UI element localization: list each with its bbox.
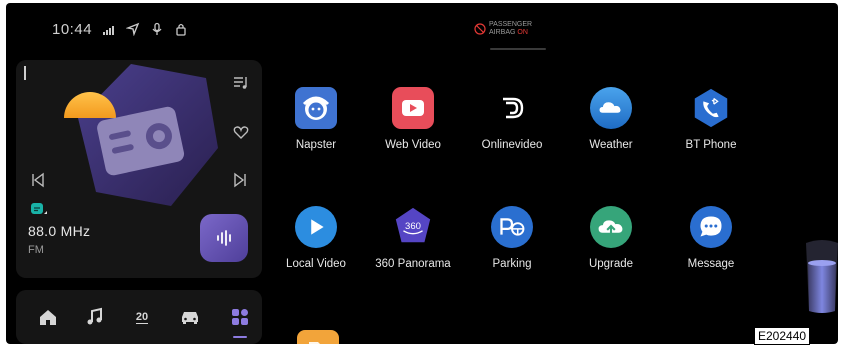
passenger-airbag-indicator: PASSENGER AIRBAG ON: [474, 18, 534, 40]
app-napster[interactable]: Napster: [266, 87, 366, 151]
message-icon: [690, 206, 732, 248]
apps-button[interactable]: [227, 304, 253, 330]
app-label: Upgrade: [588, 258, 634, 270]
dock-active-indicator: [233, 336, 247, 338]
app-label: Napster: [295, 139, 337, 151]
app-label: BT Phone: [685, 139, 737, 151]
music-icon: [87, 307, 102, 325]
bt-phone-icon: [690, 87, 732, 129]
radio-band: FM: [28, 244, 44, 256]
favorite-icon[interactable]: [233, 124, 249, 140]
onlinevideo-icon: [491, 87, 533, 129]
next-icon[interactable]: [232, 172, 248, 188]
app-parking[interactable]: Parking: [462, 206, 562, 270]
app-label: 360 Panorama: [375, 258, 451, 270]
napster-icon: [295, 87, 337, 129]
infotainment-screen: 10:44 PASSENGER AIRBAG ON 88.0 MHz FM 20…: [6, 3, 838, 344]
lock-icon: [176, 23, 186, 36]
app-web-video[interactable]: Web Video: [363, 87, 463, 151]
panorama-icon: 360: [392, 206, 434, 248]
app-360-panorama[interactable]: 360 360 Panorama: [363, 206, 463, 270]
apps-grid-icon: [232, 309, 248, 325]
radio-album-art: [64, 64, 218, 206]
app-message[interactable]: Message: [661, 206, 761, 270]
app-label: Local Video: [286, 258, 346, 270]
airbag-line2: AIRBAG: [489, 29, 516, 36]
progress-marker: [24, 66, 26, 80]
car-icon: [182, 312, 198, 324]
clock: 10:44: [52, 20, 93, 38]
parking-icon: [491, 206, 533, 248]
app-upgrade[interactable]: Upgrade: [561, 206, 661, 270]
airbag-state: ON: [517, 29, 528, 36]
folder-app-icon[interactable]: [296, 328, 340, 344]
drawer-handle[interactable]: [490, 48, 546, 50]
bottom-dock: 20: [16, 290, 262, 344]
status-bar: 10:44: [52, 19, 188, 39]
previous-icon[interactable]: [30, 172, 46, 188]
airbag-off-icon: [474, 23, 486, 35]
weather-icon: [590, 87, 632, 129]
app-label: Parking: [492, 258, 532, 270]
voice-wave-icon: [217, 230, 231, 246]
app-bt-phone[interactable]: BT Phone: [661, 87, 761, 151]
app-onlinevideo[interactable]: Onlinevideo: [462, 87, 562, 151]
local-video-icon: [295, 206, 337, 248]
app-weather[interactable]: Weather: [561, 87, 661, 151]
app-label: Onlinevideo: [481, 139, 543, 151]
radio-frequency: 88.0 MHz: [28, 223, 91, 239]
radio-media-card[interactable]: 88.0 MHz FM: [16, 60, 262, 278]
app-label: Web Video: [385, 139, 441, 151]
cup-decoration: [806, 240, 838, 313]
signal-icon: [103, 26, 115, 35]
microphone-icon: [152, 22, 162, 35]
app-local-video[interactable]: Local Video: [266, 206, 366, 270]
playlist-icon[interactable]: [232, 74, 250, 92]
app-label: Message: [687, 258, 735, 270]
navigation-icon: [126, 22, 140, 36]
climate-temp: 20: [135, 310, 149, 324]
car-button[interactable]: [177, 304, 203, 330]
music-button[interactable]: [82, 304, 108, 330]
voice-wave-button[interactable]: [200, 214, 248, 262]
reference-code: E202440: [754, 327, 811, 345]
app-label: Weather: [589, 139, 633, 151]
home-icon: [40, 310, 56, 325]
home-button[interactable]: [35, 304, 61, 330]
panorama-badge: 360: [405, 221, 421, 232]
airbag-line1: PASSENGER: [489, 21, 533, 28]
web-video-icon: [392, 87, 434, 129]
upgrade-icon: [590, 206, 632, 248]
climate-button[interactable]: 20: [129, 304, 155, 330]
radio-source-icon: [31, 203, 47, 214]
